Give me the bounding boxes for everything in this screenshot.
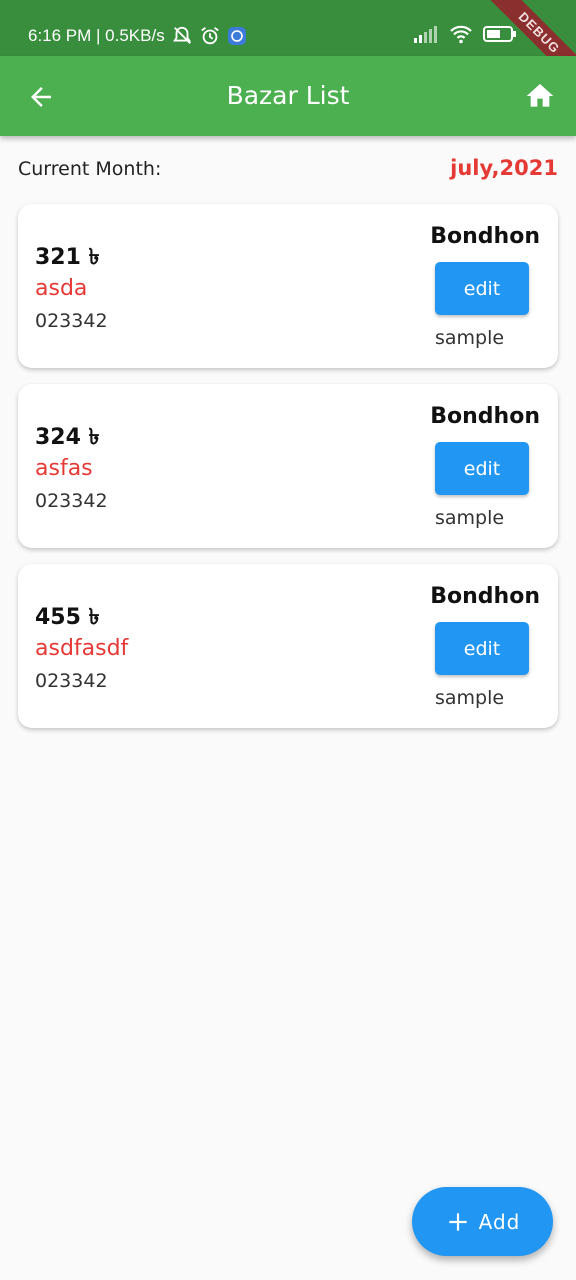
status-time: 6:16 PM | 0.5KB/s bbox=[28, 26, 165, 45]
current-month-label: Current Month: bbox=[18, 158, 162, 180]
add-button-label: Add bbox=[478, 1209, 521, 1234]
plus-icon bbox=[448, 1212, 467, 1231]
entry-phone: 023342 bbox=[35, 310, 108, 332]
current-month-value: july,2021 bbox=[450, 156, 558, 180]
bell-off-icon bbox=[172, 26, 191, 44]
entry-person: Bondhon bbox=[430, 584, 540, 609]
page-title: Bazar List bbox=[226, 81, 350, 110]
entry-note: sample bbox=[435, 687, 505, 709]
bazar-entry-card: 455 ৳ asdfasdf 023342 Bondhon edit sampl… bbox=[18, 564, 558, 728]
entry-item: asda bbox=[35, 276, 88, 301]
status-icons bbox=[171, 25, 247, 47]
signal-icon bbox=[414, 26, 438, 43]
alarm-icon bbox=[200, 27, 219, 45]
entry-amount: 455 ৳ bbox=[35, 605, 100, 630]
bazar-entry-card: 324 ৳ asfas 023342 Bondhon edit sample bbox=[18, 384, 558, 548]
home-button[interactable] bbox=[524, 80, 556, 112]
edit-button[interactable]: edit bbox=[435, 442, 529, 495]
edit-button[interactable]: edit bbox=[435, 622, 529, 675]
entry-item: asfas bbox=[35, 456, 93, 481]
current-month-row: Current Month: july,2021 bbox=[18, 156, 558, 186]
entry-amount: 321 ৳ bbox=[35, 245, 100, 270]
edit-button[interactable]: edit bbox=[435, 262, 529, 315]
entry-person: Bondhon bbox=[430, 224, 540, 249]
add-button[interactable]: Add bbox=[412, 1187, 553, 1256]
battery-icon bbox=[483, 26, 517, 42]
wifi-icon bbox=[450, 25, 472, 44]
entry-note: sample bbox=[435, 327, 505, 349]
entry-item: asdfasdf bbox=[35, 636, 129, 661]
home-icon bbox=[526, 84, 554, 107]
entry-amount: 324 ৳ bbox=[35, 425, 100, 450]
entry-person: Bondhon bbox=[430, 404, 540, 429]
app-bar: Bazar List bbox=[0, 56, 576, 136]
entry-phone: 023342 bbox=[35, 490, 108, 512]
bazar-entry-card: 321 ৳ asda 023342 Bondhon edit sample bbox=[18, 204, 558, 368]
entry-note: sample bbox=[435, 507, 505, 529]
status-left: 6:16 PM | 0.5KB/s bbox=[28, 24, 247, 48]
status-bar: 6:16 PM | 0.5KB/s 51 DEBUG bbox=[0, 0, 576, 94]
entry-phone: 023342 bbox=[35, 670, 108, 692]
app-notification-icon bbox=[227, 27, 246, 45]
